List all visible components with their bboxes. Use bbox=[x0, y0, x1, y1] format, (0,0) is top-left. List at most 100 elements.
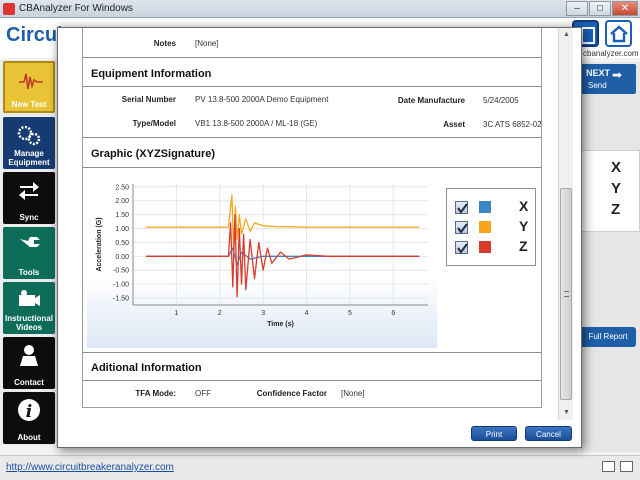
sidebar-item-contact[interactable]: Contact bbox=[3, 337, 55, 389]
divider bbox=[83, 167, 541, 168]
y-tick-label: 1.50 bbox=[115, 212, 129, 219]
checkmark-icon bbox=[457, 203, 468, 214]
chart-status-icon[interactable] bbox=[602, 461, 615, 472]
full-report-button[interactable]: Full Report bbox=[580, 327, 636, 347]
minimize-button[interactable]: – bbox=[566, 1, 588, 16]
website-link[interactable]: http://www.circuitbreakeranalyzer.com bbox=[6, 462, 174, 473]
scroll-up-arrow-icon[interactable]: ▲ bbox=[559, 28, 574, 42]
scroll-down-arrow-icon[interactable]: ▼ bbox=[559, 406, 574, 420]
wrench-icon bbox=[17, 233, 41, 257]
notes-label: Notes bbox=[153, 39, 176, 48]
series-z-name: Z bbox=[519, 238, 528, 254]
y-tick-label: 0.50 bbox=[115, 240, 129, 247]
chart-svg: 2.50 2.00 1.50 1.00 0.50 0.00 -0.50 -1.00 -1.50 1… bbox=[96, 184, 428, 328]
y-tick-label: -1.50 bbox=[113, 296, 129, 303]
xyz-signature-chart: 2.50 2.00 1.50 1.00 0.50 0.00 -0.50 -1.00 -1.50 1… bbox=[87, 170, 437, 348]
x-tick-label: 1 bbox=[174, 310, 178, 317]
cancel-button[interactable]: Cancel bbox=[525, 426, 572, 441]
graphic-heading: Graphic (XYZSignature) bbox=[91, 148, 216, 160]
series-legend: X Y Z bbox=[446, 188, 536, 266]
checkmark-icon bbox=[457, 243, 468, 254]
sidebar-item-label: Manage Equipment bbox=[8, 149, 50, 167]
axis-label-x: X bbox=[611, 159, 622, 176]
next-label: NEXT bbox=[586, 68, 611, 78]
x-tick-label: 3 bbox=[261, 310, 265, 317]
sidebar-item-sync[interactable]: Sync bbox=[3, 172, 55, 224]
series-x-checkbox[interactable] bbox=[455, 201, 468, 214]
home-icon[interactable] bbox=[605, 20, 632, 47]
divider bbox=[83, 137, 541, 138]
date-manufacture-value: 5/24/2005 bbox=[483, 96, 519, 105]
date-manufacture-label: Date Manufacture bbox=[397, 96, 465, 105]
sidebar-item-instructional-videos[interactable]: Instructional Videos bbox=[3, 282, 55, 334]
gears-icon bbox=[17, 123, 41, 147]
vertical-scrollbar[interactable]: ▲ ▼ bbox=[558, 28, 573, 420]
checkmark-icon bbox=[457, 223, 468, 234]
sidebar-item-label: Sync bbox=[19, 213, 39, 222]
notes-value: [None] bbox=[195, 39, 219, 48]
series-x-swatch bbox=[479, 201, 491, 213]
divider bbox=[83, 352, 541, 353]
type-model-value: VB1 13.8-500 2000A / ML-18 (GE) bbox=[195, 119, 318, 128]
divider bbox=[83, 57, 541, 58]
send-label: Send bbox=[588, 81, 607, 90]
window-title: CBAnalyzer For Windows bbox=[19, 3, 133, 14]
axes-panel: X Y Z bbox=[580, 150, 640, 232]
tfa-mode-label: TFA Mode: bbox=[135, 389, 176, 398]
series-z-swatch bbox=[479, 241, 491, 253]
additional-heading: Aditional Information bbox=[91, 362, 202, 374]
next-send-button[interactable]: NEXT ➡ Send bbox=[580, 64, 636, 94]
equipment-heading: Equipment Information bbox=[91, 68, 212, 80]
y-tick-label: 2.00 bbox=[115, 198, 129, 205]
y-tick-label: 0.00 bbox=[115, 254, 129, 261]
scroll-thumb[interactable] bbox=[560, 188, 572, 400]
x-tick-label: 2 bbox=[218, 310, 222, 317]
sidebar-item-label: About bbox=[17, 433, 41, 442]
tfa-mode-value: OFF bbox=[195, 389, 211, 398]
x-tick-label: 6 bbox=[391, 310, 395, 317]
title-bar: CBAnalyzer For Windows – □ ✕ bbox=[0, 0, 640, 18]
confidence-factor-value: [None] bbox=[341, 389, 365, 398]
keyboard-status-icon[interactable] bbox=[620, 461, 633, 472]
series-z-checkbox[interactable] bbox=[455, 241, 468, 254]
series-y-checkbox[interactable] bbox=[455, 221, 468, 234]
report-dialog: Notes [None] Equipment Information Seria… bbox=[57, 27, 582, 448]
sidebar-item-manage-equipment[interactable]: Manage Equipment bbox=[3, 117, 55, 169]
app-icon bbox=[3, 3, 15, 15]
y-tick-label: 1.00 bbox=[115, 226, 129, 233]
arrow-right-icon: ➡ bbox=[612, 68, 623, 82]
divider bbox=[83, 380, 541, 381]
close-button[interactable]: ✕ bbox=[612, 1, 638, 16]
site-label: cbanalyzer.com bbox=[583, 49, 639, 58]
y-tick-label: -0.50 bbox=[113, 268, 129, 275]
sidebar-item-label: Instructional Videos bbox=[4, 314, 53, 332]
series-x-name: X bbox=[519, 198, 529, 214]
grip-icon bbox=[564, 291, 569, 297]
type-model-label: Type/Model bbox=[132, 119, 176, 128]
sidebar-item-new-test[interactable]: New Test bbox=[3, 61, 55, 113]
sidebar-item-tools[interactable]: Tools bbox=[3, 227, 55, 279]
sidebar-item-about[interactable]: i About bbox=[3, 392, 55, 444]
y-tick-label: 2.50 bbox=[115, 184, 129, 191]
asset-value: 3C ATS 6852-020 bbox=[483, 120, 541, 129]
serial-number-value: PV 13.8-500 2000A Demo Equipment bbox=[195, 95, 329, 104]
x-axis-title: Time (s) bbox=[267, 321, 294, 328]
print-button[interactable]: Print bbox=[471, 426, 517, 441]
info-icon: i bbox=[17, 398, 41, 422]
sidebar-item-label: Contact bbox=[14, 378, 44, 387]
axis-label-y: Y bbox=[611, 180, 622, 197]
status-bar: http://www.circuitbreakeranalyzer.com bbox=[0, 455, 640, 480]
y-tick-label: -1.00 bbox=[113, 282, 129, 289]
maximize-button[interactable]: □ bbox=[589, 1, 611, 16]
x-tick-label: 4 bbox=[305, 310, 309, 317]
waveform-icon bbox=[19, 69, 43, 93]
series-y-name: Y bbox=[519, 218, 529, 234]
sidebar-item-label: Tools bbox=[18, 268, 40, 277]
serial-number-label: Serial Number bbox=[121, 95, 176, 104]
asset-label: Asset bbox=[443, 120, 465, 129]
camera-icon bbox=[17, 288, 41, 312]
y-axis-title: Acceleration (G) bbox=[96, 217, 103, 271]
divider bbox=[83, 86, 541, 87]
sync-arrows-icon bbox=[17, 178, 41, 202]
report-content: Notes [None] Equipment Information Seria… bbox=[82, 28, 542, 408]
